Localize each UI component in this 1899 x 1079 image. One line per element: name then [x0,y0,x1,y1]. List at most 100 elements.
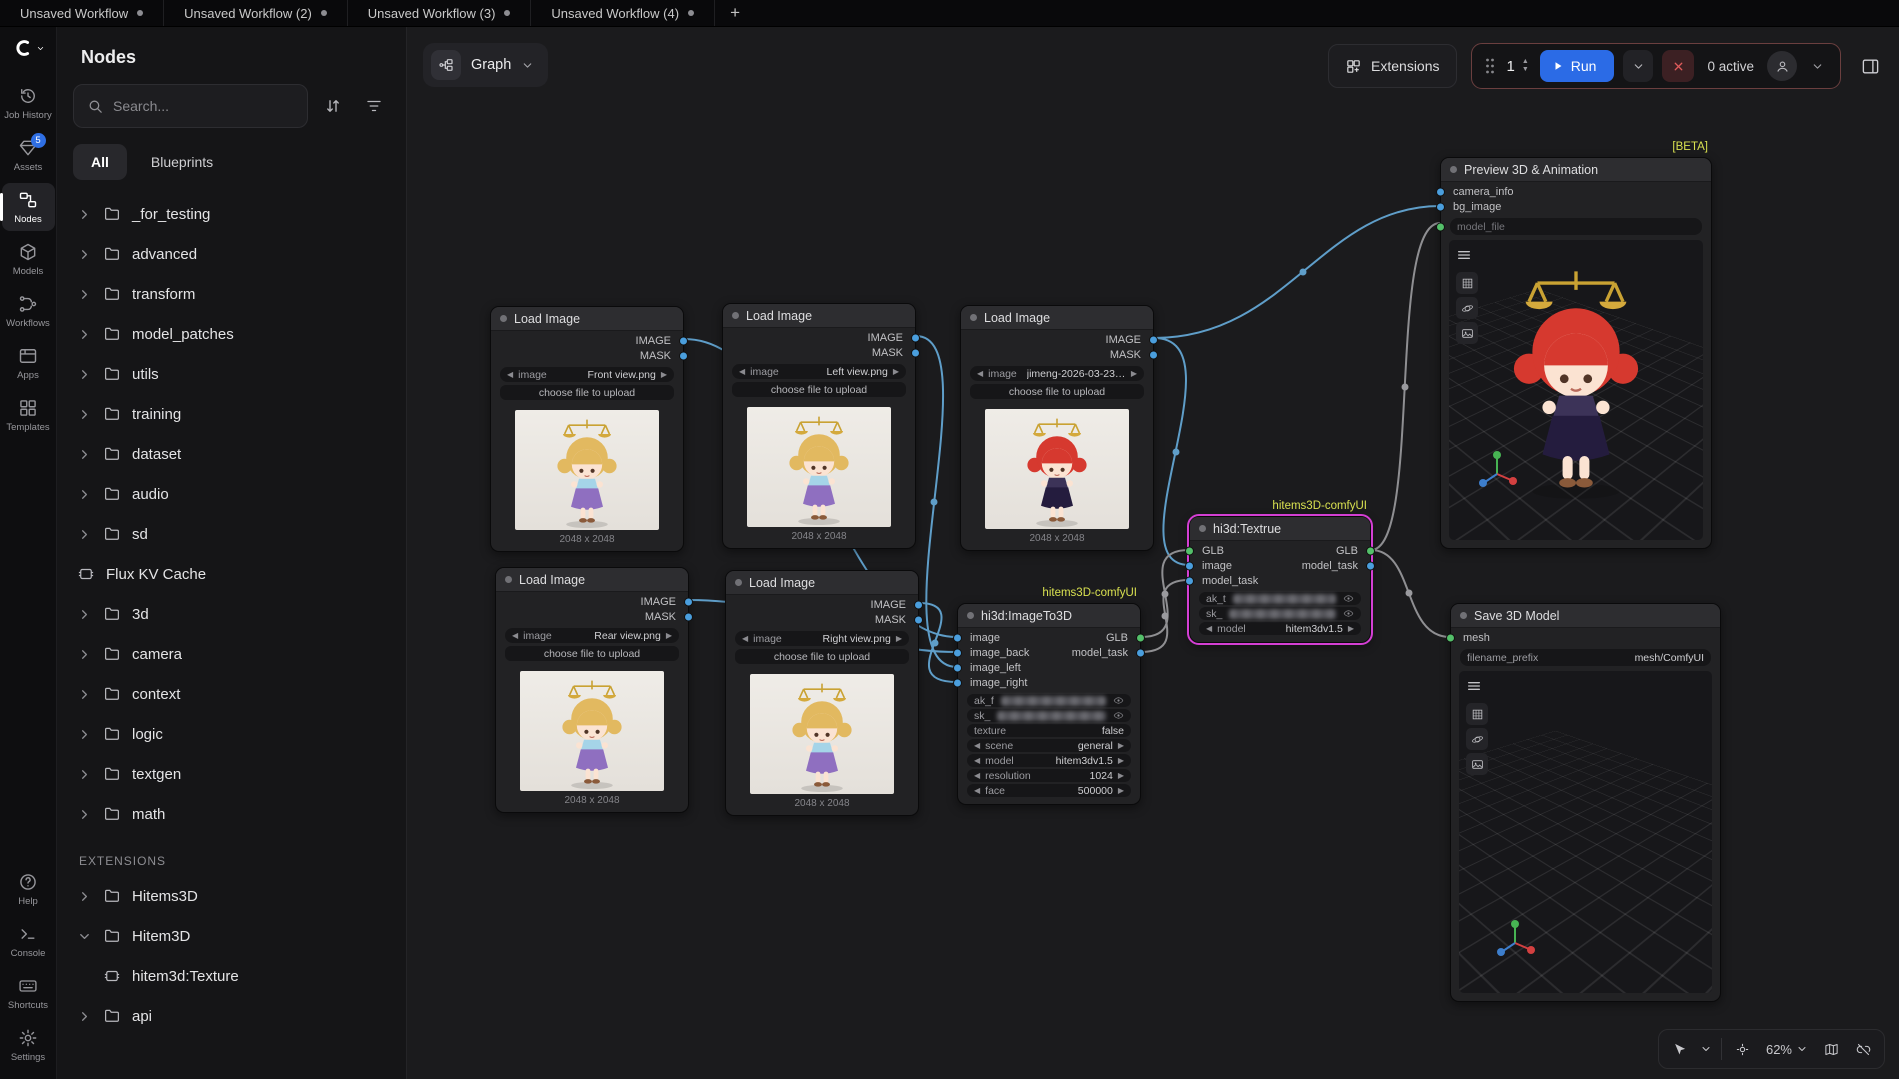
rail-item-templates[interactable]: Templates [2,391,55,439]
tree-item-math[interactable]: math [67,794,396,834]
upload-button[interactable]: choose file to upload [732,382,906,397]
extensions-button[interactable]: Extensions [1328,44,1456,88]
node-load-image-jimeng[interactable]: Load Image IMAGE MASK ◀imagejimeng-2026-… [960,305,1154,551]
collapse-dot-icon[interactable] [732,312,739,319]
viewport-menu-icon[interactable] [1466,678,1482,694]
node-header[interactable]: Load Image [961,306,1153,330]
input-pin-mesh[interactable] [1446,633,1455,642]
sk-secret-widget[interactable]: sk_ [967,709,1131,722]
screenshot-button[interactable] [1466,753,1488,775]
filename-prefix-widget[interactable]: filename_prefixmesh/ComfyUI [1460,649,1711,666]
node-header[interactable]: Load Image [723,304,915,328]
graph-selector-button[interactable]: Graph [423,43,548,87]
ak-secret-widget[interactable]: ak_t [1199,592,1361,605]
output-pin-model-task[interactable] [1136,648,1145,657]
tree-item-hitem3d-texture[interactable]: hitem3d:Texture [67,956,396,996]
collapse-dot-icon[interactable] [500,315,507,322]
node-hi3d-texture[interactable]: hitems3D-comfyUI hi3d:Textrue GLBGLB ima… [1189,516,1371,643]
tab-workflow-1[interactable]: Unsaved Workflow [0,0,164,26]
tree-item-sd[interactable]: sd [67,514,396,554]
tree-item-logic[interactable]: logic [67,714,396,754]
combo-next-icon[interactable]: ▶ [1131,369,1137,378]
node-load-image-rear[interactable]: Load Image IMAGE MASK ◀imageRear view.pn… [495,567,689,813]
collapse-dot-icon[interactable] [1450,166,1457,173]
filter-button[interactable] [357,86,390,126]
orbit-button[interactable] [1456,297,1478,319]
combo-prev-icon[interactable]: ◀ [974,771,980,780]
app-logo[interactable] [12,37,45,59]
tree-item-3d[interactable]: 3d [67,594,396,634]
run-options-button[interactable] [1623,50,1653,82]
tab-workflow-4[interactable]: Unsaved Workflow (4) [531,0,715,26]
combo-next-icon[interactable]: ▶ [893,367,899,376]
node-header[interactable]: Load Image [496,568,688,592]
input-pin-model-file[interactable] [1436,222,1445,231]
axis-gizmo[interactable] [1473,448,1521,496]
combo-prev-icon[interactable]: ◀ [974,786,980,795]
output-pin-mask[interactable] [911,348,920,357]
sk-secret-widget[interactable]: sk_ [1199,607,1361,620]
rail-item-nodes[interactable]: Nodes [2,183,55,231]
3d-viewport[interactable] [1459,671,1712,993]
search-input[interactable] [113,98,294,114]
combo-next-icon[interactable]: ▶ [666,631,672,640]
node-header[interactable]: Save 3D Model [1451,604,1720,628]
ak-secret-widget[interactable]: ak_f [967,694,1131,707]
output-pin-image[interactable] [914,600,923,609]
viewport-menu-icon[interactable] [1456,247,1472,263]
tree-item-audio[interactable]: audio [67,474,396,514]
image-preview[interactable] [985,409,1129,529]
tree-item-context[interactable]: context [67,674,396,714]
input-pin-image[interactable] [1185,561,1194,570]
combo-next-icon[interactable]: ▶ [1118,771,1124,780]
decrement-icon[interactable]: ▼ [1522,66,1529,74]
combo-next-icon[interactable]: ▶ [1348,624,1354,633]
combo-prev-icon[interactable]: ◀ [739,367,745,376]
rail-item-workflows[interactable]: Workflows [2,287,55,335]
collapse-dot-icon[interactable] [735,579,742,586]
image-combo-widget[interactable]: ◀imageRear view.png▶ [505,628,679,643]
combo-next-icon[interactable]: ▶ [896,634,902,643]
orbit-button[interactable] [1466,728,1488,750]
eye-icon[interactable] [1343,608,1354,619]
output-pin-mask[interactable] [679,351,688,360]
tree-item-dataset[interactable]: dataset [67,434,396,474]
upload-button[interactable]: choose file to upload [970,384,1144,399]
output-pin-model-task[interactable] [1366,561,1375,570]
graph-canvas[interactable]: Graph Extensions 1 ▲▼ [407,27,1899,1079]
combo-next-icon[interactable]: ▶ [1118,756,1124,765]
tree-item-api[interactable]: api [67,996,396,1036]
rail-item-console[interactable]: Console [2,917,55,965]
combo-prev-icon[interactable]: ◀ [742,634,748,643]
rail-item-help[interactable]: Help [2,865,55,913]
output-pin-glb[interactable] [1136,633,1145,642]
zoom-level-button[interactable]: 62% [1760,1034,1814,1064]
image-preview[interactable] [750,674,894,794]
output-pin-image[interactable] [1149,335,1158,344]
input-pin-glb[interactable] [1185,546,1194,555]
model-file-widget[interactable]: model_file [1450,218,1702,235]
upload-button[interactable]: choose file to upload [500,385,674,400]
output-pin-mask[interactable] [1149,350,1158,359]
tab-all[interactable]: All [73,144,127,180]
combo-next-icon[interactable]: ▶ [1118,741,1124,750]
collapse-dot-icon[interactable] [1199,525,1206,532]
toggle-links-button[interactable] [1848,1034,1878,1064]
rail-item-models[interactable]: Models [2,235,55,283]
combo-prev-icon[interactable]: ◀ [512,631,518,640]
node-load-image-left[interactable]: Load Image IMAGE MASK ◀imageLeft view.pn… [722,303,916,549]
image-preview[interactable] [747,407,891,527]
output-pin-image[interactable] [911,333,920,342]
image-preview[interactable] [515,410,659,530]
tree-item-utils[interactable]: utils [67,354,396,394]
tree-item-hitem3d[interactable]: Hitem3D [67,916,396,956]
tree-item-textgen[interactable]: textgen [67,754,396,794]
tab-workflow-3[interactable]: Unsaved Workflow (3) [348,0,532,26]
axis-gizmo[interactable] [1491,917,1539,965]
grid-toggle-button[interactable] [1466,703,1488,725]
rail-item-apps[interactable]: Apps [2,339,55,387]
image-combo-widget[interactable]: ◀imagejimeng-2026-03-23-4822-这张图...▶ [970,366,1144,381]
face-combo-widget[interactable]: ◀face500000▶ [967,784,1131,797]
combo-prev-icon[interactable]: ◀ [977,369,983,378]
scene-combo-widget[interactable]: ◀scenegeneral▶ [967,739,1131,752]
